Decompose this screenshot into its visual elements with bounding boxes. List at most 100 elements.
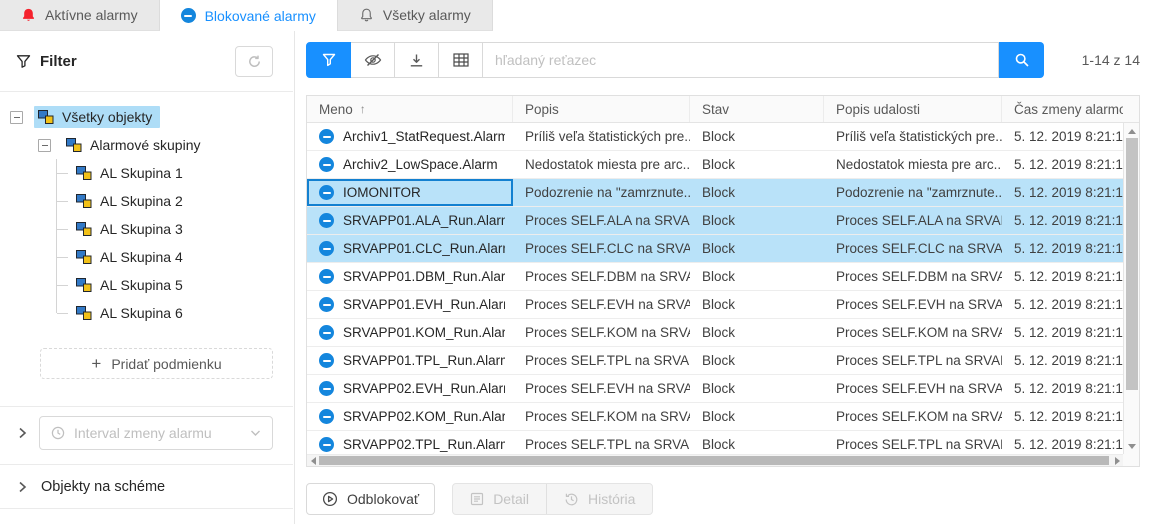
result-range-label: 1-14 z 14	[1058, 52, 1140, 68]
add-condition-label: Pridať podmienku	[111, 356, 221, 372]
tree-item[interactable]: Alarmové skupiny	[0, 131, 293, 159]
column-header-popis[interactable]: Popis	[513, 96, 690, 122]
tab-label: Aktívne alarmy	[45, 7, 138, 23]
table-row[interactable]: SRVAPP01.CLC_Run.Alarm Proces SELF.CLC n…	[307, 235, 1123, 263]
objects-on-scheme-label: Objekty na schéme	[41, 479, 165, 495]
scroll-left-arrow[interactable]	[307, 455, 319, 466]
add-condition-button[interactable]: + Pridať podmienku	[40, 348, 273, 379]
tree-item[interactable]: Všetky objekty	[0, 103, 293, 131]
cell-stav: Block	[690, 235, 824, 262]
search-button[interactable]	[999, 42, 1044, 78]
alarm-table: Meno ↑ Popis Stav Popis udalosti Čas zme…	[306, 95, 1140, 467]
horizontal-scroll-thumb[interactable]	[319, 456, 1109, 465]
main-panel: 1-14 z 14 Meno ↑ Popis Stav Popis udalos…	[294, 31, 1151, 524]
tree-collapse-toggle[interactable]	[38, 139, 51, 152]
scroll-down-arrow[interactable]	[1124, 439, 1139, 453]
cell-meno: SRVAPP02.TPL_Run.Alarm	[307, 431, 513, 454]
cell-meno: SRVAPP01.ALA_Run.Alarm	[307, 207, 513, 234]
tree-item[interactable]: AL Skupina 5	[0, 271, 293, 299]
tree-item[interactable]: AL Skupina 1	[0, 159, 293, 187]
cell-meno: SRVAPP01.CLC_Run.Alarm	[307, 235, 513, 262]
scroll-right-arrow[interactable]	[1111, 455, 1123, 466]
column-header-meno[interactable]: Meno ↑	[307, 96, 513, 122]
filter-toggle-button[interactable]	[306, 42, 351, 78]
refresh-filter-button[interactable]	[235, 46, 273, 77]
tab-label: Všetky alarmy	[383, 7, 471, 23]
scrollbar-corner	[1123, 454, 1139, 466]
vertical-scrollbar[interactable]	[1123, 123, 1139, 454]
tree-connector	[50, 271, 72, 299]
object-group-icon	[75, 305, 93, 321]
tab-all-alarms[interactable]: Všetky alarmy	[338, 0, 493, 31]
row-name: SRVAPP01.DBM_Run.Alarm	[343, 269, 505, 284]
tree-item-label: AL Skupina 2	[100, 193, 183, 209]
table-row[interactable]: Archiv2_LowSpace.Alarm Nedostatok miesta…	[307, 151, 1123, 179]
unblock-button[interactable]: Odblokovať	[306, 483, 435, 515]
tree-item-label-box: AL Skupina 5	[72, 274, 191, 296]
table-columns-button[interactable]	[438, 42, 483, 78]
blocked-minus-icon	[319, 269, 334, 284]
table-row[interactable]: SRVAPP02.EVH_Run.Alarm Proces SELF.EVH n…	[307, 375, 1123, 403]
tab-label: Blokované alarmy	[205, 8, 316, 24]
column-header-popis-udalosti[interactable]: Popis udalosti	[824, 96, 1002, 122]
object-group-icon	[75, 221, 93, 237]
object-group-icon	[37, 109, 55, 125]
vertical-scroll-thumb[interactable]	[1126, 138, 1138, 390]
cell-popis: Proces SELF.TPL na SRVAP...	[513, 347, 690, 374]
table-row[interactable]: SRVAPP01.DBM_Run.Alarm Proces SELF.DBM n…	[307, 263, 1123, 291]
tree-item[interactable]: AL Skupina 4	[0, 243, 293, 271]
cell-popis-udalosti: Proces SELF.TPL na SRVAP...	[824, 347, 1002, 374]
table-row[interactable]: Archiv1_StatRequest.Alarm Príliš veľa št…	[307, 123, 1123, 151]
objects-on-scheme-section[interactable]: Objekty na schéme	[18, 465, 273, 508]
cell-popis-udalosti: Proces SELF.KOM na SRVA...	[824, 319, 1002, 346]
cell-cas: 5. 12. 2019 8:21:14	[1002, 263, 1123, 290]
cell-meno: Archiv2_LowSpace.Alarm	[307, 151, 513, 178]
search-input[interactable]	[482, 42, 999, 78]
tab-blocked-alarms[interactable]: Blokované alarmy	[160, 0, 338, 31]
download-export-button[interactable]	[394, 42, 439, 78]
cell-stav: Block	[690, 347, 824, 374]
cell-meno: SRVAPP01.EVH_Run.Alarm	[307, 291, 513, 318]
table-row[interactable]: SRVAPP01.TPL_Run.Alarm Proces SELF.TPL n…	[307, 347, 1123, 375]
interval-placeholder: Interval zmeny alarmu	[74, 425, 241, 441]
tree-item[interactable]: AL Skupina 2	[0, 187, 293, 215]
interval-select[interactable]: Interval zmeny alarmu	[39, 416, 273, 450]
clock-icon	[51, 426, 65, 440]
cell-stav: Block	[690, 319, 824, 346]
column-header-stav[interactable]: Stav	[690, 96, 824, 122]
cell-popis-udalosti: Proces SELF.DBM na SRVA...	[824, 263, 1002, 290]
hide-columns-button[interactable]	[350, 42, 395, 78]
filter-header: Filter	[0, 31, 293, 92]
table-row[interactable]: SRVAPP01.EVH_Run.Alarm Proces SELF.EVH n…	[307, 291, 1123, 319]
cell-popis-udalosti: Proces SELF.EVH na SRVAP...	[824, 375, 1002, 402]
detail-document-icon	[470, 492, 484, 506]
table-row[interactable]: SRVAPP02.KOM_Run.Alarm Proces SELF.KOM n…	[307, 403, 1123, 431]
row-name: SRVAPP02.EVH_Run.Alarm	[343, 381, 505, 396]
blocked-minus-icon	[319, 353, 334, 368]
sort-asc-icon: ↑	[360, 102, 366, 116]
tree-item[interactable]: AL Skupina 3	[0, 215, 293, 243]
play-circle-icon	[322, 491, 338, 507]
cell-cas: 5. 12. 2019 8:21:14	[1002, 431, 1123, 454]
tree-collapse-toggle[interactable]	[10, 111, 23, 124]
column-header-cas[interactable]: Čas zmeny alarmovej	[1002, 96, 1123, 122]
blocked-minus-icon	[319, 157, 334, 172]
cell-stav: Block	[690, 431, 824, 454]
cell-cas: 5. 12. 2019 8:21:14	[1002, 319, 1123, 346]
row-name: IOMONITOR	[343, 185, 421, 200]
tree-item[interactable]: AL Skupina 6	[0, 299, 293, 327]
chevron-right-icon[interactable]	[18, 427, 27, 439]
table-row[interactable]: SRVAPP01.KOM_Run.Alarm Proces SELF.KOM n…	[307, 319, 1123, 347]
cell-stav: Block	[690, 123, 824, 150]
tab-active-alarms[interactable]: Aktívne alarmy	[0, 0, 160, 31]
horizontal-scrollbar[interactable]	[307, 454, 1123, 466]
table-row[interactable]: IOMONITOR Podozrenie na "zamrznute... Bl…	[307, 179, 1123, 207]
tree-item-label: Všetky objekty	[62, 109, 152, 125]
table-row[interactable]: SRVAPP02.TPL_Run.Alarm Proces SELF.TPL n…	[307, 431, 1123, 454]
table-row[interactable]: SRVAPP01.ALA_Run.Alarm Proces SELF.ALA n…	[307, 207, 1123, 235]
cell-stav: Block	[690, 291, 824, 318]
scroll-up-arrow[interactable]	[1124, 124, 1139, 138]
object-group-icon	[75, 193, 93, 209]
blocked-minus-icon	[319, 129, 334, 144]
cell-popis: Proces SELF.EVH na SRVAP...	[513, 375, 690, 402]
